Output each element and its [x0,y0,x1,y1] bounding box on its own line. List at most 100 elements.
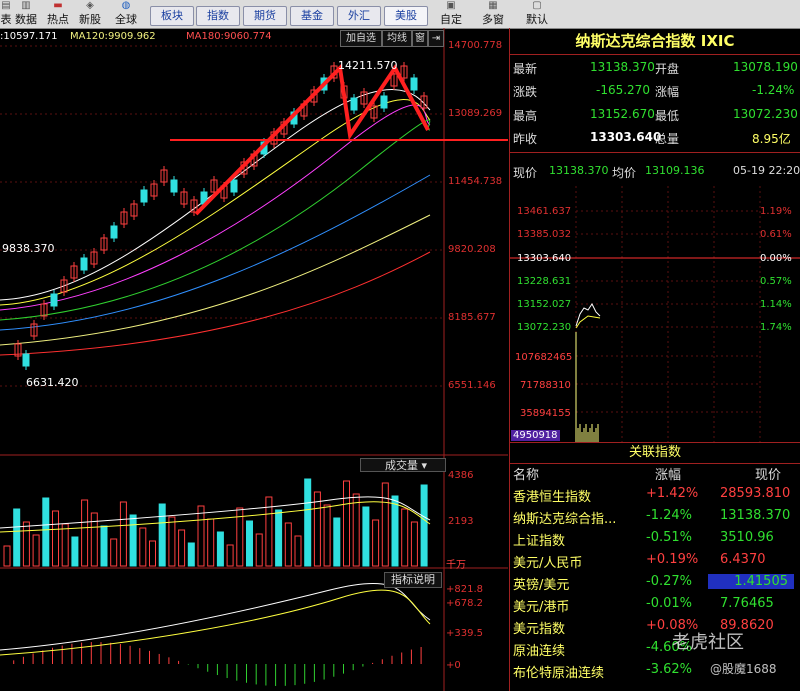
intraday-pct-label: 1.14% [760,299,792,310]
assoc-pct: -1.24% [646,508,692,523]
new-icon: ◈ [86,0,94,11]
volume-value: 8.95亿 [752,132,791,146]
intraday-pct-label: 1.19% [760,206,792,217]
assoc-name: 美元/港币 [513,600,570,615]
volume-bar [32,534,40,567]
table-icon: ▤ [1,0,11,11]
assoc-row[interactable]: 上证指数 -0.51% 3510.96 [510,528,800,550]
prev-close-label: 昨收 [513,132,538,146]
assoc-name: 纳斯达克综合指... [513,512,617,527]
candle-body [410,77,418,91]
assoc-name: 美元/人民币 [513,556,583,571]
toolbar-item-hot[interactable]: ▬ 热点 [44,0,72,28]
now-value: 13138.370 [549,164,609,177]
avg-value: 13109.136 [645,164,705,177]
assoc-row[interactable]: 美元/人民币 +0.19% 6.4370 [510,550,800,572]
intraday-vol-label: 107682465 [515,352,573,363]
assoc-row[interactable]: 原油连续 -4.60% [510,638,800,660]
tab-funds[interactable]: 基金 [290,6,334,26]
candle-body [110,225,118,239]
quote-title: 纳斯达克综合指数 IXIC [510,28,800,55]
add-watchlist-button[interactable]: 加自选 [340,30,382,47]
volume-bar [139,527,147,567]
change-label: 涨跌 [513,85,538,99]
data-icon: ▥ [21,0,31,11]
volume-bar [372,519,380,567]
toolbar-item-multi-window[interactable]: ▦ 多窗 [478,0,508,28]
expand-icon[interactable]: ⇥ [428,30,444,47]
ma120-legend: MA120:9909.962 [70,31,156,42]
assoc-row[interactable]: 香港恒生指数 +1.42% 28593.810 [510,484,800,506]
toolbar-item-globe[interactable]: ◍ 全球 [112,0,140,28]
assoc-row[interactable]: 纳斯达克综合指... -1.24% 13138.370 [510,506,800,528]
ma60-legend: :10597.171 [0,31,58,42]
indicator-help-button[interactable]: 指标说明 [384,572,442,588]
volume-bar [3,545,11,567]
now-label: 现价 [513,166,538,180]
volume-bar [352,493,360,567]
volume-bar [197,505,205,567]
open-value: 13078.190 [733,60,798,74]
assoc-pct: +1.42% [646,486,699,501]
intraday-price-label: 13385.032 [517,229,572,240]
toolbar-item-custom[interactable]: ▣ 自定 [436,0,466,28]
volume-bar [42,497,50,567]
volume-bar [304,478,312,567]
kline-chart[interactable] [0,28,508,691]
toolbar-item-default[interactable]: ▢ 默认 [522,0,552,28]
default-icon: ▢ [532,0,542,11]
toolbar-item-data[interactable]: ▥ 数据 [12,0,40,28]
ma-toggle-button[interactable]: 均线 [382,30,412,47]
toolbar-item-new[interactable]: ◈ 新股 [76,0,104,28]
assoc-row[interactable]: 英镑/美元 -0.27% 1.41505 [510,572,800,594]
assoc-name: 美元指数 [513,622,566,637]
intraday-price-label: 13461.637 [517,206,572,217]
divider [510,152,800,153]
tab-index[interactable]: 指数 [196,6,240,26]
low-value: 13072.230 [733,107,798,121]
assoc-name: 布伦特原油连续 [513,666,605,681]
volume-bar [100,525,108,567]
intraday-vol-label: 35894155 [520,408,571,419]
intraday-pct-label: 0.61% [760,229,792,240]
tab-futures[interactable]: 期货 [243,6,287,26]
price-axis-label: 8185.677 [448,312,496,323]
volume-bar [255,533,263,567]
intraday-vol-label: 4950918 [511,430,560,441]
chevron-down-icon: ▾ [421,459,428,472]
macd-axis-label: +339.5 [446,628,484,639]
volume-bar [226,544,234,567]
volume-bar [401,508,409,567]
candles [14,62,428,370]
ma180-line [0,251,431,356]
intraday-price-label: 13152.027 [517,299,572,310]
assoc-name: 英镑/美元 [513,578,570,593]
volume-bar [119,501,127,567]
moving-averages [0,89,431,356]
tab-us-stocks[interactable]: 美股 [384,6,428,26]
intraday-price-label: 13072.230 [517,322,572,333]
assoc-row[interactable]: 美元/港币 -0.01% 7.76465 [510,594,800,616]
tab-sector[interactable]: 板块 [150,6,194,26]
avg-label: 均价 [612,166,637,180]
volume-bar [61,523,69,567]
kline-grid [0,28,508,691]
assoc-name: 上证指数 [513,534,566,549]
volume-bar [178,529,186,567]
low-price-label: 6631.420 [26,376,79,389]
volume-bar [284,522,292,567]
assoc-row[interactable]: 美元指数 +0.08% 89.8620 [510,616,800,638]
volume-selector[interactable]: 成交量 ▾ [360,458,446,472]
toolbar-item-table[interactable]: ▤ 表 [0,0,12,28]
intraday-chart [510,186,800,444]
custom-icon: ▣ [446,0,456,11]
volume-bar [149,540,156,567]
volume-bar [381,482,389,567]
window-button[interactable]: 窗 [412,30,428,47]
candle-body [350,97,358,111]
assoc-pct: -0.01% [646,596,692,611]
tab-forex[interactable]: 外汇 [337,6,381,26]
assoc-price: 28593.810 [720,486,791,501]
multi-window-icon: ▦ [488,0,498,11]
volume-bar [420,484,428,567]
